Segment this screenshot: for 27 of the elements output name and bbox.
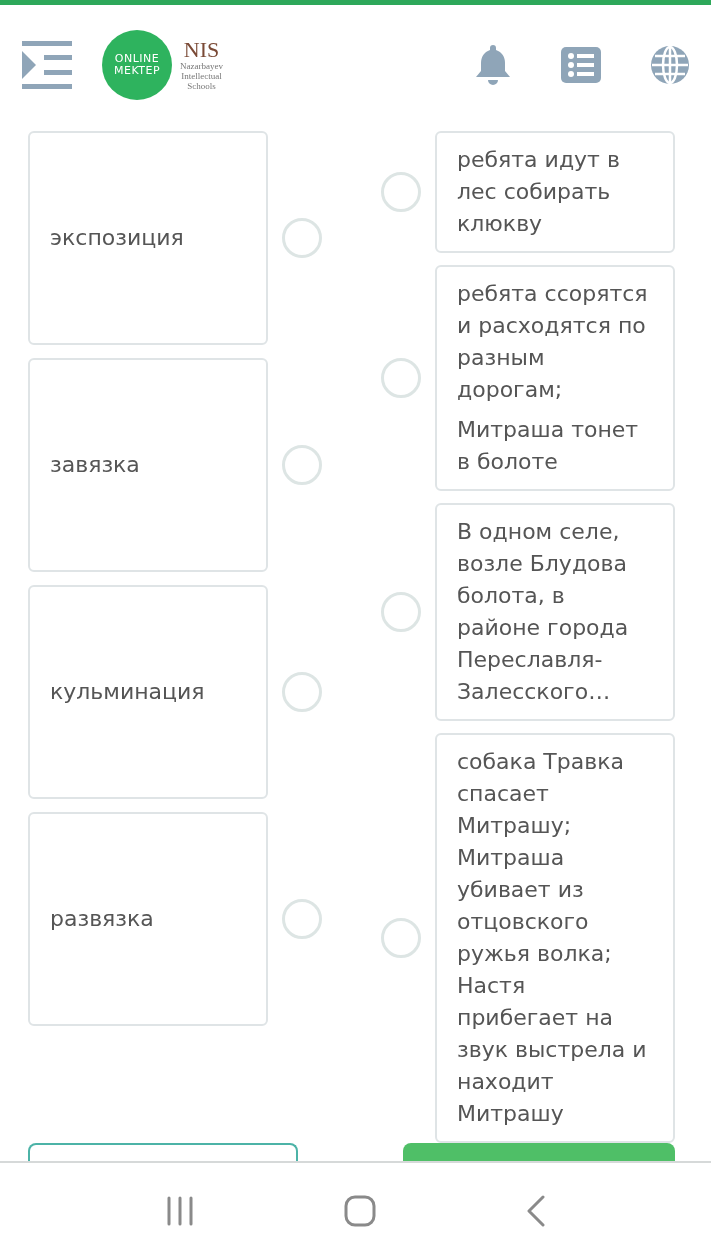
online-mektep-logo: ONLINE MEKTEP — [102, 30, 172, 100]
term-label: завязка — [50, 451, 141, 479]
radio-button[interactable] — [282, 445, 322, 485]
radio-button[interactable] — [381, 358, 421, 398]
term-label: кульминация — [50, 678, 206, 706]
globe-icon[interactable] — [651, 46, 689, 84]
radio-button[interactable] — [282, 899, 322, 939]
radio-button[interactable] — [381, 918, 421, 958]
event-text: В одном селе, возле Блудова болота, в районе города Переславля-Залесского… — [457, 518, 630, 706]
nis-logo: NIS Nazarbayev Intellectual Schools — [180, 39, 223, 91]
term-label: экспозиция — [50, 224, 185, 252]
back-icon[interactable] — [526, 1194, 547, 1227]
menu-icon[interactable] — [22, 41, 72, 89]
term-label: развязка — [50, 905, 155, 933]
event-text: Митраша тонет в болоте — [457, 416, 640, 476]
event-text: ребята ссорятся и расходятся по разным дорогам; — [457, 280, 649, 404]
event-text: собака Травка спасает Митрашу; Митраша убивает из отцовского ружья волка; Настя прибегает на звук выстрела и находит Митрашу — [457, 748, 648, 1128]
next-button[interactable] — [403, 1143, 675, 1161]
list-icon[interactable] — [561, 47, 601, 83]
radio-button[interactable] — [282, 672, 322, 712]
home-icon[interactable] — [344, 1194, 377, 1227]
event-text: ребята идут в лес собирать клюкву — [457, 146, 621, 238]
radio-button[interactable] — [282, 218, 322, 258]
radio-button[interactable] — [381, 172, 421, 212]
bell-icon[interactable] — [475, 45, 511, 85]
radio-button[interactable] — [381, 592, 421, 632]
back-button[interactable] — [28, 1143, 298, 1161]
